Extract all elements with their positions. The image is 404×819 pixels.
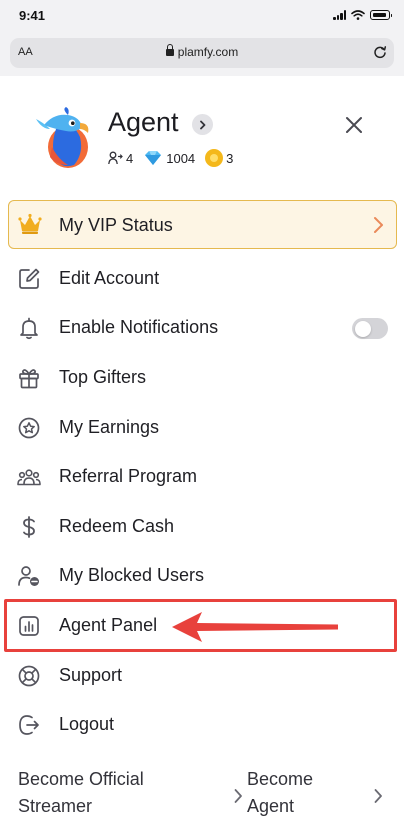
address-bar[interactable]: AA plamfy.com <box>10 38 394 68</box>
diamonds-count: 1004 <box>166 150 196 166</box>
users-group-icon <box>17 469 41 486</box>
browser-toolbar: AA plamfy.com <box>0 32 404 76</box>
status-bar: 9:41 <box>0 0 404 32</box>
menu-item-support[interactable]: Support <box>0 654 404 698</box>
blocked-user-icon <box>18 566 39 586</box>
cellular-signal-icon <box>333 10 346 20</box>
diamonds-stat[interactable]: 1004 <box>143 150 195 166</box>
menu-item-edit-account[interactable]: Edit Account <box>0 257 404 301</box>
vip-status-button[interactable]: My VIP Status <box>8 200 397 249</box>
bell-icon <box>20 317 38 340</box>
menu-label: Redeem Cash <box>59 516 175 536</box>
lifebuoy-icon <box>18 665 40 687</box>
close-icon[interactable] <box>343 114 365 136</box>
status-time: 9:41 <box>19 8 46 23</box>
vip-status-label: My VIP Status <box>59 215 173 235</box>
chevron-right-icon <box>200 120 206 129</box>
profile-stats: 4 1004 3 <box>108 148 243 168</box>
menu-item-logout[interactable]: Logout <box>0 703 404 747</box>
coins-stat[interactable]: 3 <box>205 149 233 167</box>
avatar-parrot[interactable] <box>32 107 96 171</box>
menu-label: My Earnings <box>59 417 160 437</box>
profile-chevron-button[interactable] <box>192 114 213 135</box>
notifications-toggle[interactable] <box>352 318 388 339</box>
followers-stat[interactable]: 4 <box>108 151 133 166</box>
menu-label: Logout <box>59 714 115 734</box>
menu-item-top-gifters[interactable]: Top Gifters <box>0 356 404 400</box>
chevron-right-icon <box>374 217 383 233</box>
menu-label: My Blocked Users <box>59 565 205 585</box>
followers-icon <box>108 151 123 165</box>
url-text: plamfy.com <box>177 45 239 59</box>
reload-icon[interactable] <box>373 45 387 59</box>
profile-name[interactable]: Agent <box>108 107 179 138</box>
pointer-arrow-icon <box>172 612 338 642</box>
menu-label: Enable Notifications <box>59 317 219 337</box>
crown-icon <box>18 213 42 234</box>
menu-item-redeem-cash[interactable]: Redeem Cash <box>0 505 404 549</box>
become-agent-link[interactable]: Become Agent <box>247 766 357 819</box>
url-display[interactable]: plamfy.com <box>10 44 394 59</box>
chevron-right-icon <box>234 789 242 803</box>
menu-label: Referral Program <box>59 466 198 486</box>
wifi-icon <box>351 10 365 20</box>
battery-icon <box>370 10 392 20</box>
menu-label: Support <box>59 665 123 685</box>
dollar-icon <box>23 516 35 538</box>
menu-label: Top Gifters <box>59 367 147 387</box>
gift-icon <box>19 369 39 389</box>
status-icons <box>333 10 392 20</box>
menu-label: Edit Account <box>59 268 160 288</box>
menu-item-my-blocked-users[interactable]: My Blocked Users <box>0 554 404 598</box>
menu-item-enable-notifications[interactable]: Enable Notifications <box>0 306 404 350</box>
become-official-streamer-link[interactable]: Become Official Streamer <box>18 766 218 819</box>
menu-item-referral-program[interactable]: Referral Program <box>0 455 404 499</box>
diamond-icon <box>145 151 162 165</box>
followers-count: 4 <box>126 150 134 166</box>
coins-count: 3 <box>226 150 234 166</box>
star-coin-icon <box>18 417 40 439</box>
coin-icon <box>205 149 224 167</box>
lock-icon <box>165 44 174 56</box>
logout-icon <box>19 715 39 735</box>
menu-item-my-earnings[interactable]: My Earnings <box>0 406 404 450</box>
edit-icon <box>19 268 40 289</box>
chevron-right-icon <box>374 789 382 803</box>
